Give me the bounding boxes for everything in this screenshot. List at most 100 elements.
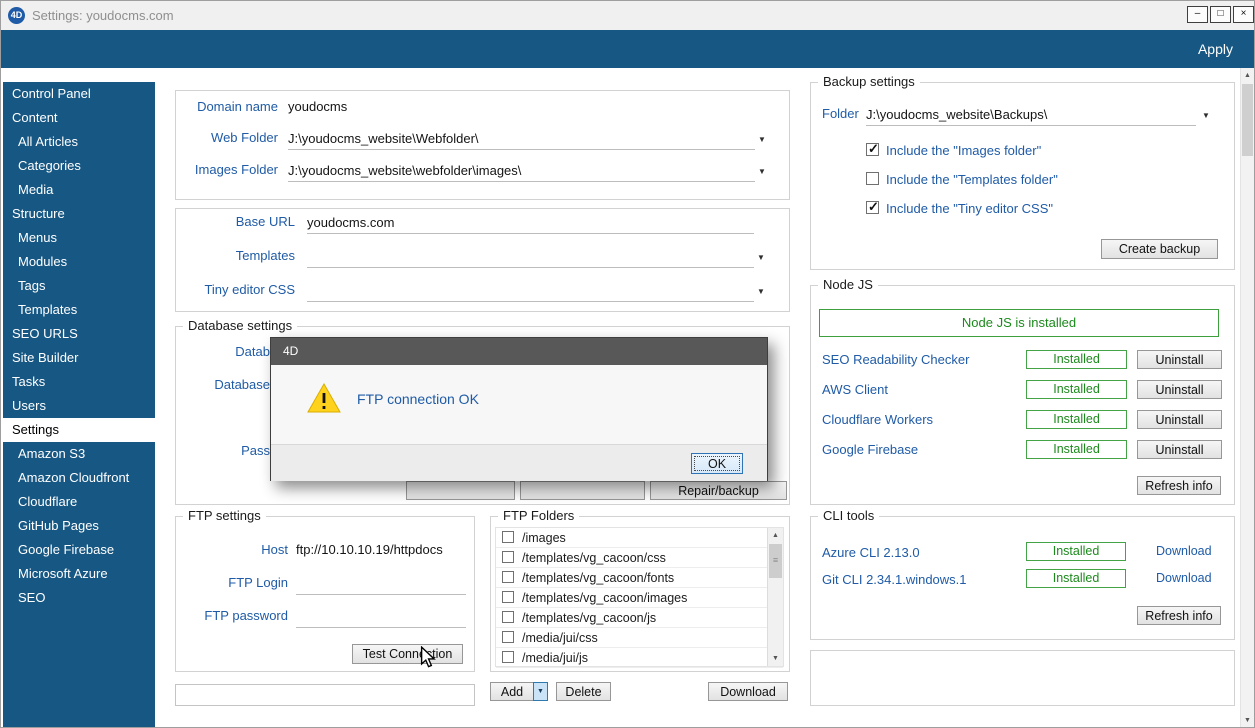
templates-dropdown-icon[interactable]: ▼ — [757, 253, 765, 262]
add-folder-button[interactable]: Add — [490, 682, 534, 701]
sidebar-item-tags[interactable]: Tags — [3, 274, 155, 298]
sidebar-item-menus[interactable]: Menus — [3, 226, 155, 250]
scroll-down-icon[interactable]: ▼ — [768, 651, 783, 666]
folder-checkbox[interactable] — [502, 591, 514, 603]
dialog-message: FTP connection OK — [357, 391, 479, 407]
include-templates-checkbox[interactable] — [866, 172, 879, 185]
create-backup-button[interactable]: Create backup — [1101, 239, 1218, 259]
images-folder-dropdown-icon[interactable]: ▼ — [758, 167, 766, 176]
backup-folder-dropdown-icon[interactable]: ▼ — [1202, 111, 1210, 120]
sidebar-item-github-pages[interactable]: GitHub Pages — [3, 514, 155, 538]
domain-name-label: Domain name — [120, 99, 278, 114]
sidebar-item-cloudflare[interactable]: Cloudflare — [3, 490, 155, 514]
list-item[interactable]: /images — [496, 528, 783, 548]
list-scrollbar[interactable]: ▲ ≡ ▼ — [767, 528, 783, 666]
ftp-host-label: Host — [130, 542, 288, 557]
tiny-editor-css-field[interactable] — [307, 281, 754, 302]
scroll-down-icon[interactable]: ▼ — [1241, 713, 1254, 728]
sidebar-item-users[interactable]: Users — [3, 394, 155, 418]
maximize-icon: □ — [1217, 8, 1223, 19]
minimize-button[interactable]: – — [1187, 6, 1208, 23]
ftp-host-value[interactable]: ftp://10.10.10.19/httpdocs — [296, 542, 443, 557]
scrollbar-thumb[interactable] — [1242, 84, 1253, 156]
azure-cli-download-link[interactable]: Download — [1156, 544, 1212, 558]
aws-client-installed-button[interactable]: Installed — [1026, 380, 1127, 399]
folder-path: /templates/vg_cacoon/css — [522, 548, 666, 568]
web-folder-field[interactable]: J:\youdocms_website\Webfolder\ — [288, 129, 755, 150]
folder-checkbox[interactable] — [502, 611, 514, 623]
folder-checkbox[interactable] — [502, 571, 514, 583]
ftp-settings-title: FTP settings — [183, 508, 266, 523]
base-url-field[interactable]: youdocms.com — [307, 213, 754, 234]
git-cli-installed-button[interactable]: Installed — [1026, 569, 1126, 588]
delete-folder-button[interactable]: Delete — [556, 682, 611, 701]
base-url-label: Base URL — [137, 214, 295, 229]
azure-cli-installed-button[interactable]: Installed — [1026, 542, 1126, 561]
scrollbar-thumb[interactable]: ≡ — [769, 544, 782, 578]
add-dropdown-icon[interactable]: ▼ — [533, 682, 548, 701]
nodejs-refresh-info-button[interactable]: Refresh info — [1137, 476, 1221, 495]
cloudflare-workers-uninstall-button[interactable]: Uninstall — [1137, 410, 1222, 429]
folder-path: /templates/vg_cacoon/images — [522, 588, 687, 608]
folder-checkbox[interactable] — [502, 531, 514, 543]
database-button-2[interactable] — [520, 481, 645, 500]
dialog-ok-button[interactable]: OK — [691, 453, 743, 474]
sidebar-item-settings[interactable]: Settings — [3, 418, 155, 442]
repair-backup-button[interactable]: Repair/backup — [650, 481, 787, 500]
images-folder-field[interactable]: J:\youdocms_website\webfolder\images\ — [288, 161, 755, 182]
nodejs-status-banner: Node JS is installed — [819, 309, 1219, 337]
list-item[interactable]: /templates/vg_cacoon/images — [496, 588, 783, 608]
git-cli-download-link[interactable]: Download — [1156, 571, 1212, 585]
scroll-up-icon[interactable]: ▲ — [768, 528, 783, 543]
include-tiny-css-label: Include the "Tiny editor CSS" — [886, 201, 1053, 216]
seo-readability-installed-button[interactable]: Installed — [1026, 350, 1127, 369]
ftp-login-field[interactable] — [296, 574, 466, 595]
aws-client-uninstall-button[interactable]: Uninstall — [1137, 380, 1222, 399]
folder-path: /images — [522, 528, 566, 548]
list-item[interactable]: /media/jui/js — [496, 648, 783, 668]
sidebar-item-structure[interactable]: Structure — [3, 202, 155, 226]
window-titlebar[interactable]: 4D Settings: youdocms.com – □ × — [0, 0, 1255, 30]
cloudflare-workers-installed-button[interactable]: Installed — [1026, 410, 1127, 429]
web-folder-dropdown-icon[interactable]: ▼ — [758, 135, 766, 144]
database-login-label: Database — [100, 377, 270, 392]
sidebar-item-modules[interactable]: Modules — [3, 250, 155, 274]
seo-readability-label: SEO Readability Checker — [822, 352, 969, 367]
list-item[interactable]: /templates/vg_cacoon/css — [496, 548, 783, 568]
folder-path: /media/jui/css — [522, 628, 598, 648]
cli-refresh-info-button[interactable]: Refresh info — [1137, 606, 1221, 625]
list-item[interactable]: /templates/vg_cacoon/fonts — [496, 568, 783, 588]
apply-button[interactable]: Apply — [1198, 41, 1233, 57]
google-firebase-uninstall-button[interactable]: Uninstall — [1137, 440, 1222, 459]
sidebar-item-media[interactable]: Media — [3, 178, 155, 202]
sidebar-item-seo-urls[interactable]: SEO URLS — [3, 322, 155, 346]
list-item[interactable]: /templates/vg_cacoon/js — [496, 608, 783, 628]
domain-name-value[interactable]: youdocms — [288, 99, 347, 114]
test-connection-button[interactable]: Test Connection — [352, 644, 463, 664]
database-button-1[interactable] — [406, 481, 515, 500]
database-password-label: Pass — [100, 443, 270, 458]
download-folders-button[interactable]: Download — [708, 682, 788, 701]
dialog-titlebar[interactable]: 4D — [271, 338, 767, 365]
window-scrollbar[interactable]: ▲ ▼ — [1240, 68, 1254, 728]
maximize-button[interactable]: □ — [1210, 6, 1231, 23]
close-button[interactable]: × — [1233, 6, 1254, 23]
ftp-folders-list: /images /templates/vg_cacoon/css /templa… — [495, 527, 784, 667]
seo-readability-uninstall-button[interactable]: Uninstall — [1137, 350, 1222, 369]
folder-checkbox[interactable] — [502, 651, 514, 663]
folder-checkbox[interactable] — [502, 631, 514, 643]
scroll-up-icon[interactable]: ▲ — [1241, 68, 1254, 83]
sidebar-item-templates[interactable]: Templates — [3, 298, 155, 322]
include-tiny-css-checkbox[interactable] — [866, 201, 879, 214]
templates-field[interactable] — [307, 247, 754, 268]
backup-folder-field[interactable]: J:\youdocms_website\Backups\ — [866, 105, 1196, 126]
ftp-password-field[interactable] — [296, 607, 466, 628]
folder-checkbox[interactable] — [502, 551, 514, 563]
list-item[interactable]: /media/jui/css — [496, 628, 783, 648]
sidebar-item-amazon-cloudfront[interactable]: Amazon Cloudfront — [3, 466, 155, 490]
tiny-editor-css-dropdown-icon[interactable]: ▼ — [757, 287, 765, 296]
include-images-checkbox[interactable] — [866, 143, 879, 156]
google-firebase-installed-button[interactable]: Installed — [1026, 440, 1127, 459]
ftp-status-field[interactable] — [175, 684, 475, 706]
include-templates-label: Include the "Templates folder" — [886, 172, 1058, 187]
